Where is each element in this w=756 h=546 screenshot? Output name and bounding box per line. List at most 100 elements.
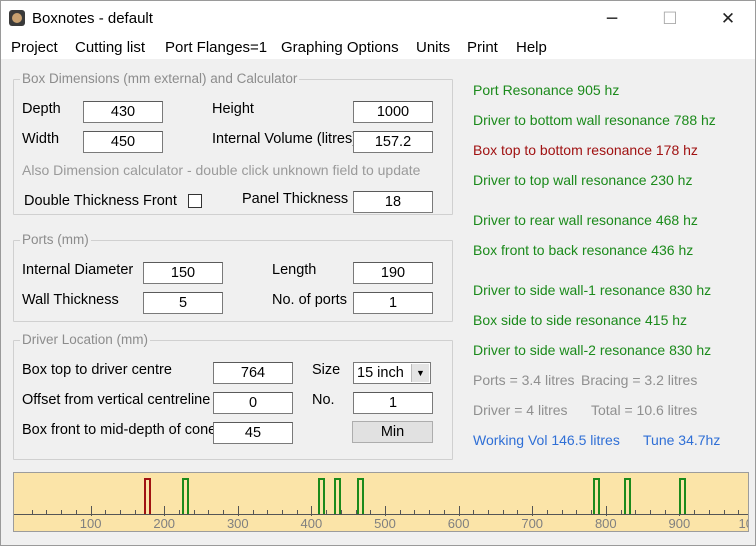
graph-tick: [414, 510, 416, 515]
box-front-back-resonance: Box front to back resonance 436 hz: [473, 242, 694, 258]
resonance-marker: [623, 478, 631, 514]
app-speaker-icon: [9, 10, 25, 26]
menu-port-flanges[interactable]: Port Flanges=1: [165, 39, 267, 56]
width-label: Width: [22, 131, 60, 147]
minimize-button[interactable]: ─: [583, 1, 641, 37]
graph-tick: [694, 510, 696, 515]
maximize-button[interactable]: ☐: [641, 1, 699, 37]
graph-tick: [223, 510, 225, 515]
graph-tick-label: 100: [79, 516, 102, 531]
double-thickness-checkbox[interactable]: [188, 194, 202, 208]
graph-tick: [61, 510, 63, 515]
graph-tick-label: 300: [226, 516, 249, 531]
graph-tick: [193, 510, 195, 515]
graph-tick: [370, 510, 372, 515]
ports-volume: Ports = 3.4 litres: [473, 372, 575, 388]
graph-tick: [649, 510, 651, 515]
internal-diameter-field[interactable]: [143, 262, 223, 284]
driver-location-title: Driver Location (mm): [20, 332, 151, 347]
resonance-marker: [592, 478, 600, 514]
width-field[interactable]: [83, 131, 163, 153]
graph-tick: [252, 510, 254, 515]
graph-tick: [664, 510, 666, 515]
length-field[interactable]: [353, 262, 433, 284]
resonance-graph: 100 200 300 400 500 600 700 800 900 1000: [13, 472, 749, 532]
driver-bottom-resonance: Driver to bottom wall resonance 788 hz: [473, 112, 716, 128]
main-content: Box Dimensions (mm external) and Calcula…: [1, 59, 755, 545]
graph-axis: [14, 514, 748, 515]
graph-tick: [355, 510, 357, 515]
driver-size-select[interactable]: 15 inch ▼: [353, 362, 431, 384]
graph-tick: [635, 510, 637, 515]
menu-help[interactable]: Help: [516, 39, 547, 56]
window-title: Boxnotes - default: [32, 10, 153, 27]
size-label: Size: [312, 362, 341, 378]
panel-thickness-field[interactable]: [353, 191, 433, 213]
menu-print[interactable]: Print: [467, 39, 498, 56]
graph-tick: [105, 510, 107, 515]
driver-volume: Driver = 4 litres: [473, 402, 568, 418]
driver-count-label: No.: [312, 392, 335, 408]
graph-tick-label: 1000: [738, 516, 748, 531]
driver-side1-resonance: Driver to side wall-1 resonance 830 hz: [473, 282, 712, 298]
tune-frequency: Tune 34.7hz: [643, 432, 721, 448]
graph-tick: [458, 506, 460, 516]
menu-bar: Project Cutting list Port Flanges=1 Grap…: [1, 37, 755, 59]
internal-volume-label: Internal Volume (litres): [212, 131, 358, 147]
depth-field[interactable]: [83, 101, 163, 123]
number-of-ports-label: No. of ports: [272, 292, 347, 308]
graph-tick: [46, 510, 48, 515]
box-dimensions-title: Box Dimensions (mm external) and Calcula…: [20, 71, 300, 86]
resonance-marker: [144, 478, 151, 514]
resonance-marker: [679, 478, 687, 514]
graph-tick: [443, 510, 445, 515]
menu-graphing-options[interactable]: Graphing Options: [281, 39, 399, 56]
resonance-marker: [357, 478, 365, 514]
graph-tick: [473, 510, 475, 515]
menu-cutting-list[interactable]: Cutting list: [75, 39, 145, 56]
driver-count-field[interactable]: [353, 392, 433, 414]
graph-tick: [576, 510, 578, 515]
panel-thickness-label: Panel Thickness: [242, 191, 349, 207]
close-button[interactable]: ✕: [699, 1, 756, 37]
height-field[interactable]: [353, 101, 433, 123]
graph-tick-label: 200: [153, 516, 176, 531]
min-button[interactable]: Min: [352, 421, 433, 443]
graph-tick: [178, 510, 180, 515]
graph-tick: [326, 510, 328, 515]
driver-side2-resonance: Driver to side wall-2 resonance 830 hz: [473, 342, 712, 358]
number-of-ports-field[interactable]: [353, 292, 433, 314]
graph-tick-label: 700: [521, 516, 544, 531]
internal-diameter-label: Internal Diameter: [22, 262, 134, 278]
graph-tick: [532, 506, 534, 516]
box-front-to-cone-field[interactable]: [213, 422, 293, 444]
graph-tick: [385, 506, 386, 516]
ports-title: Ports (mm): [20, 232, 91, 247]
graph-tick: [164, 506, 166, 516]
wall-thickness-field[interactable]: [143, 292, 223, 314]
graph-tick: [620, 510, 622, 515]
depth-label: Depth: [22, 101, 61, 117]
graph-tick: [208, 510, 210, 515]
graph-tick: [605, 506, 607, 516]
box-top-to-driver-field[interactable]: [213, 362, 293, 384]
graph-tick: [502, 510, 504, 515]
graph-tick: [399, 510, 401, 515]
menu-units[interactable]: Units: [416, 39, 450, 56]
main-window: Boxnotes - default ─ ☐ ✕ Project Cutting…: [0, 0, 756, 546]
graph-tick-label: 400: [300, 516, 323, 531]
graph-tick: [267, 510, 269, 515]
graph-tick: [561, 510, 563, 515]
box-front-to-cone-label: Box front to mid-depth of cone: [22, 422, 217, 438]
graph-tick: [429, 510, 431, 515]
box-side-side-resonance: Box side to side resonance 415 hz: [473, 312, 688, 328]
graph-tick: [120, 510, 122, 515]
offset-field[interactable]: [213, 392, 293, 414]
wall-thickness-label: Wall Thickness: [22, 292, 119, 308]
dropdown-arrow-icon[interactable]: ▼: [411, 364, 429, 382]
resonance-marker: [333, 478, 341, 514]
graph-tick: [738, 510, 740, 515]
menu-project[interactable]: Project: [11, 39, 58, 56]
driver-top-resonance: Driver to top wall resonance 230 hz: [473, 172, 693, 188]
internal-volume-field[interactable]: [353, 131, 433, 153]
